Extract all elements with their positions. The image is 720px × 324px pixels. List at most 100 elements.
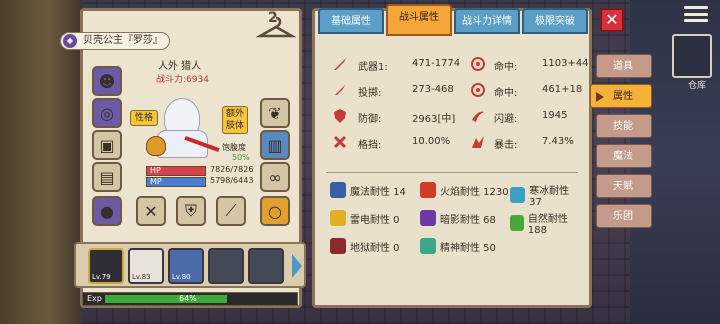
equip-slot-crossbow[interactable]: ✕ <box>136 196 166 226</box>
tab-limit-break[interactable]: 极限突破 <box>522 8 588 34</box>
crossbow-icon: ✕ <box>144 201 158 221</box>
equip-slot-boots[interactable]: ▤ <box>92 162 122 192</box>
warehouse-map-icon[interactable] <box>672 34 712 78</box>
resist-magic: 魔法耐性 14 <box>350 186 406 198</box>
shield-icon: ⛨ <box>184 201 197 220</box>
resist-nature: 自然耐性 188 <box>527 214 568 236</box>
resist-row-2: 雷电耐性 0 暗影耐性 68 自然耐性 188 <box>330 210 582 236</box>
equip-slot-shield[interactable]: ⛨ <box>176 196 206 226</box>
stat-row-defense: 防御: 2963[中] 闪避: 1945 <box>332 106 580 126</box>
hp-bar: HP <box>146 166 206 176</box>
side-item-band[interactable]: 乐团 <box>596 204 652 228</box>
exp-label: Exp <box>87 294 102 303</box>
equip-slot-ring[interactable]: ○ <box>260 196 290 226</box>
outfit-count: 2 <box>268 10 278 26</box>
resist-spirit: 精神耐性 50 <box>440 242 496 254</box>
side-item-skills[interactable]: 技能 <box>596 114 652 138</box>
cloak-icon: ❦ <box>268 103 282 123</box>
resist-shadow: 暗影耐性 68 <box>440 214 496 226</box>
tab-basic-attributes[interactable]: 基础属性 <box>318 8 384 34</box>
character-name: ◆ 贝壳公主『罗莎』 <box>60 32 170 50</box>
resist-row-3: 地狱耐性 0 精神耐性 50 <box>330 238 582 258</box>
team-level: Lv.80 <box>172 273 191 281</box>
mp-value: 5798/6443 <box>210 176 254 185</box>
chain-icon: ∞ <box>268 167 282 187</box>
role-badge-icon: ◆ <box>63 34 77 48</box>
gold-ring-icon: ○ <box>268 201 282 221</box>
menu-icon[interactable] <box>684 6 708 22</box>
resist-lightning: 雷电耐性 0 <box>350 214 400 226</box>
hp-label: HP <box>150 166 161 175</box>
mask-icon: ☻ <box>98 71 116 91</box>
spirit-resist-icon <box>420 238 436 254</box>
exp-bar: Exp 64% <box>82 292 298 306</box>
sword-icon <box>332 56 348 72</box>
critical-icon <box>470 134 486 150</box>
team-level: Lv.79 <box>92 273 111 281</box>
exp-percent: 64% <box>179 294 197 303</box>
equip-slot-orb[interactable]: ● <box>92 196 122 226</box>
target-icon <box>470 56 486 72</box>
hp-value: 7826/7826 <box>210 165 254 174</box>
equip-slot-armor[interactable]: ▣ <box>92 130 122 160</box>
chest-icon: ▥ <box>267 135 283 155</box>
evasion-icon <box>470 108 486 124</box>
ring-icon: ◎ <box>100 103 114 123</box>
side-item-attributes[interactable]: 属性 <box>590 84 652 108</box>
equip-slot-chain[interactable]: ∞ <box>260 162 290 192</box>
team-next-arrow-icon[interactable] <box>292 254 302 278</box>
side-item-talent[interactable]: 天赋 <box>596 174 652 198</box>
resist-hell: 地狱耐性 0 <box>350 242 400 254</box>
stat-row-throw: 投掷: 273-468 命中: 461+18 <box>332 80 582 100</box>
character-title-name: 贝壳公主『罗莎』 <box>83 35 163 46</box>
equip-slot-head[interactable]: ☻ <box>92 66 122 96</box>
equip-slot-fish[interactable]: ⟋ <box>216 196 246 226</box>
team-member-2[interactable]: Lv.83 <box>128 248 164 284</box>
ice-resist-icon <box>510 187 526 203</box>
warehouse-label: 仓库 <box>687 81 706 91</box>
magic-resist-icon <box>330 182 346 198</box>
orb-icon: ● <box>100 201 114 221</box>
team-strip: Lv.79 Lv.83 Lv.80 <box>74 242 306 288</box>
shadow-resist-icon <box>420 210 436 226</box>
fish-icon: ⟋ <box>225 201 237 220</box>
character-race: 人外 猎人 <box>158 61 202 72</box>
character-power: 战斗力:6934 <box>156 75 209 85</box>
nature-resist-icon <box>510 215 524 231</box>
stats-divider <box>326 172 578 173</box>
block-icon <box>332 134 348 150</box>
equip-slot-chest[interactable]: ▥ <box>260 130 290 160</box>
tab-combat-attributes[interactable]: 战斗属性 <box>386 4 452 36</box>
dagger-icon <box>332 82 348 98</box>
team-member-1[interactable]: Lv.79 <box>88 248 124 284</box>
exp-fill <box>105 295 227 303</box>
target-icon <box>470 82 486 98</box>
satiety-label: 饱腹度 <box>222 143 246 152</box>
stat-row-weapon: 武器1: 471-1774 命中: 1103+44 <box>332 54 589 74</box>
character-portrait <box>146 92 220 162</box>
resist-ice: 寒冰耐性 37 <box>529 186 570 208</box>
side-item-items[interactable]: 道具 <box>596 54 652 78</box>
resist-fire: 火焰耐性 1230 <box>440 186 509 198</box>
stats-panel <box>312 8 592 308</box>
side-nav: 道具 属性 技能 魔法 天赋 乐团 <box>590 54 652 234</box>
close-button[interactable]: ✕ <box>600 8 624 32</box>
hell-resist-icon <box>330 238 346 254</box>
tag-extra-limbs[interactable]: 额外肢体 <box>222 106 248 134</box>
tab-power-details[interactable]: 战斗力详情 <box>454 8 520 34</box>
lightning-resist-icon <box>330 210 346 226</box>
mp-bar: MP <box>146 177 206 187</box>
equip-slot-cloak[interactable]: ❦ <box>260 98 290 128</box>
fire-resist-icon <box>420 182 436 198</box>
stat-row-block: 格挡: 10.00% 暴击: 7.43% <box>332 132 580 152</box>
team-member-3[interactable]: Lv.80 <box>168 248 204 284</box>
side-item-magic[interactable]: 魔法 <box>596 144 652 168</box>
team-level: Lv.83 <box>132 273 151 281</box>
resist-row-1: 魔法耐性 14 火焰耐性 1230 寒冰耐性 37 <box>330 182 582 208</box>
mp-label: MP <box>150 177 162 186</box>
equip-slot-accessory[interactable]: ◎ <box>92 98 122 128</box>
armor-icon: ▣ <box>99 135 115 155</box>
team-member-empty[interactable] <box>248 248 284 284</box>
team-member-empty[interactable] <box>208 248 244 284</box>
shield-icon <box>332 108 348 124</box>
